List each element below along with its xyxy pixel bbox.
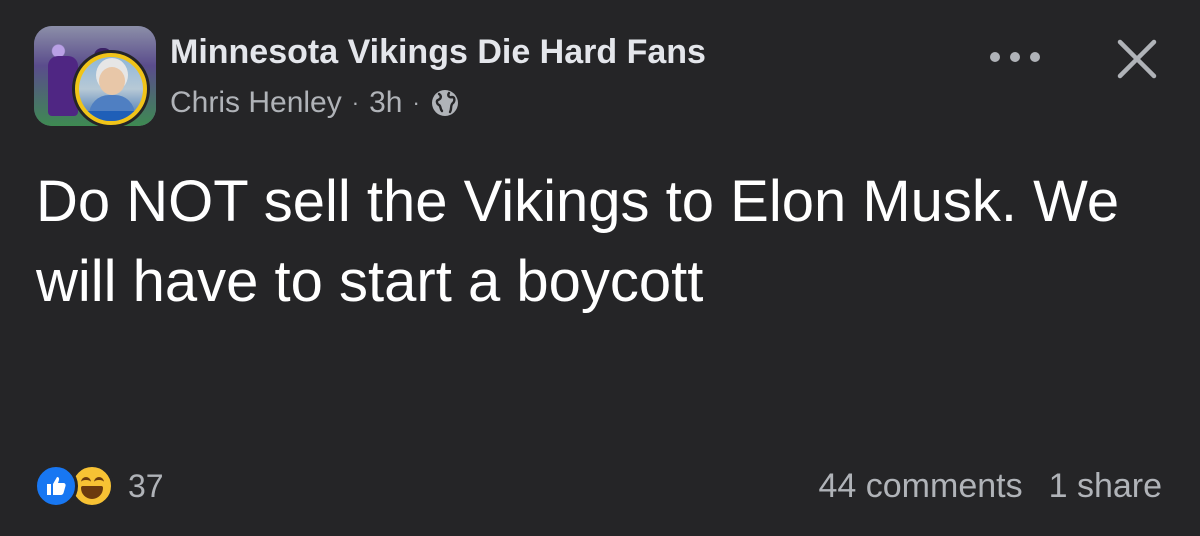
avatar-frame-banner: [79, 111, 143, 121]
post-meta: Chris Henley · 3h ·: [170, 86, 460, 120]
author-name[interactable]: Chris Henley: [170, 86, 342, 120]
globe-icon[interactable]: [430, 88, 460, 118]
author-head: [99, 67, 125, 95]
author-avatar[interactable]: [72, 50, 150, 128]
emoji-mouth: [81, 486, 103, 499]
close-icon[interactable]: [1114, 36, 1160, 82]
emoji-eye: [94, 477, 104, 485]
meta-separator: ·: [351, 90, 360, 115]
dot: [1010, 52, 1020, 62]
more-options-icon[interactable]: [990, 45, 1040, 69]
meta-separator: ·: [412, 90, 420, 115]
shares-link[interactable]: 1 share: [1049, 467, 1162, 506]
author-photo: [79, 57, 143, 121]
post-text: Do NOT sell the Vikings to Elon Musk. We…: [36, 169, 1120, 314]
post-card: Minnesota Vikings Die Hard Fans Chris He…: [0, 0, 1200, 536]
reaction-count: 37: [128, 467, 164, 504]
dot: [990, 52, 1000, 62]
like-icon: [34, 464, 78, 508]
reactions-summary[interactable]: 37: [34, 464, 164, 508]
emoji-eye: [81, 477, 91, 485]
comments-link[interactable]: 44 comments: [819, 467, 1023, 506]
dot: [1030, 52, 1040, 62]
group-name[interactable]: Minnesota Vikings Die Hard Fans: [170, 33, 706, 72]
engagement-stats: 44 comments 1 share: [819, 467, 1163, 506]
post-time[interactable]: 3h: [369, 86, 402, 120]
